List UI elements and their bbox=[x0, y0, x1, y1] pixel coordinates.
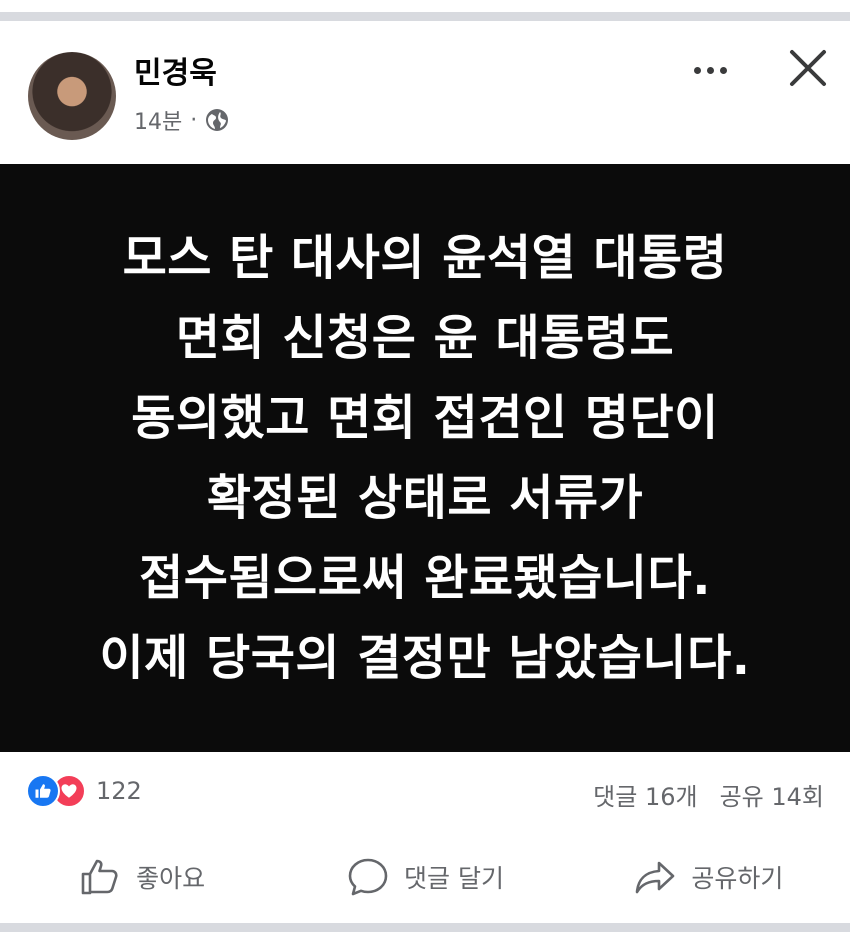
post-actions: 좋아요 댓글 달기 공유하기 bbox=[0, 830, 850, 923]
like-reaction-icon bbox=[26, 774, 60, 808]
share-button[interactable]: 공유하기 bbox=[567, 830, 850, 923]
comment-button[interactable]: 댓글 달기 bbox=[283, 830, 566, 923]
image-text-line: 확정된 상태로 서류가 bbox=[206, 470, 644, 526]
like-button[interactable]: 좋아요 bbox=[0, 830, 283, 923]
share-label: 공유하기 bbox=[691, 863, 784, 893]
globe-icon bbox=[206, 109, 229, 131]
post-image[interactable]: 모스 탄 대사의 윤석열 대통령 면회 신청은 윤 대통령도 동의했고 면회 접… bbox=[0, 164, 850, 752]
image-text-line: 동의했고 면회 접견인 명단이 bbox=[131, 390, 719, 446]
comment-count[interactable]: 댓글 16개 bbox=[593, 777, 697, 812]
share-count[interactable]: 공유 14회 bbox=[720, 777, 824, 812]
more-options-icon[interactable] bbox=[684, 50, 736, 90]
post-header: 민경욱 14분 · bbox=[0, 22, 850, 164]
post-time[interactable]: 14분 bbox=[134, 104, 182, 136]
avatar[interactable] bbox=[28, 52, 116, 140]
like-label: 좋아요 bbox=[136, 863, 206, 893]
feed-separator-bottom bbox=[0, 923, 850, 945]
reaction-summary[interactable]: 122 bbox=[26, 774, 142, 808]
author-name[interactable]: 민경욱 bbox=[134, 48, 217, 92]
engagement-counts: 댓글 16개 공유 14회 bbox=[593, 777, 824, 812]
image-text-line: 이제 당국의 결정만 남았습니다. bbox=[99, 630, 751, 686]
comment-label: 댓글 달기 bbox=[404, 863, 504, 893]
image-text-line: 접수됨으로써 완료됐습니다. bbox=[139, 550, 711, 606]
image-text-line: 면회 신청은 윤 대통령도 bbox=[175, 310, 675, 366]
comment-bubble-icon bbox=[348, 858, 388, 895]
post-meta: 14분 · bbox=[134, 104, 229, 136]
share-arrow-icon bbox=[636, 861, 675, 893]
image-text-line: 모스 탄 대사의 윤석열 대통령 bbox=[122, 230, 728, 286]
reaction-count: 122 bbox=[96, 777, 142, 805]
close-icon[interactable] bbox=[784, 44, 832, 92]
feed-separator-top bbox=[0, 0, 850, 22]
thumbs-up-icon bbox=[81, 859, 118, 894]
meta-dot: · bbox=[190, 107, 198, 133]
post-stats: 122 댓글 16개 공유 14회 bbox=[0, 752, 850, 830]
